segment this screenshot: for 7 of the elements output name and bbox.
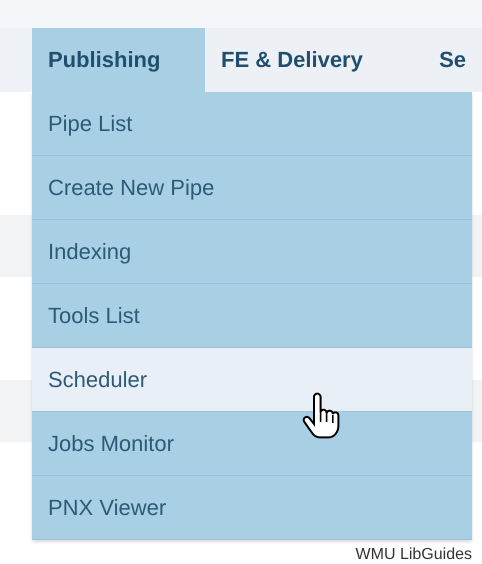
- menu-item[interactable]: Create New Pipe: [32, 156, 472, 220]
- menu-item[interactable]: Indexing: [32, 220, 472, 284]
- menu-item[interactable]: Scheduler: [32, 348, 472, 412]
- footer-link[interactable]: WMU LibGuides: [356, 546, 472, 564]
- menu-tab[interactable]: Publishing: [32, 28, 206, 92]
- menu-item[interactable]: Pipe List: [32, 92, 472, 156]
- menu-item[interactable]: PNX Viewer: [32, 476, 472, 540]
